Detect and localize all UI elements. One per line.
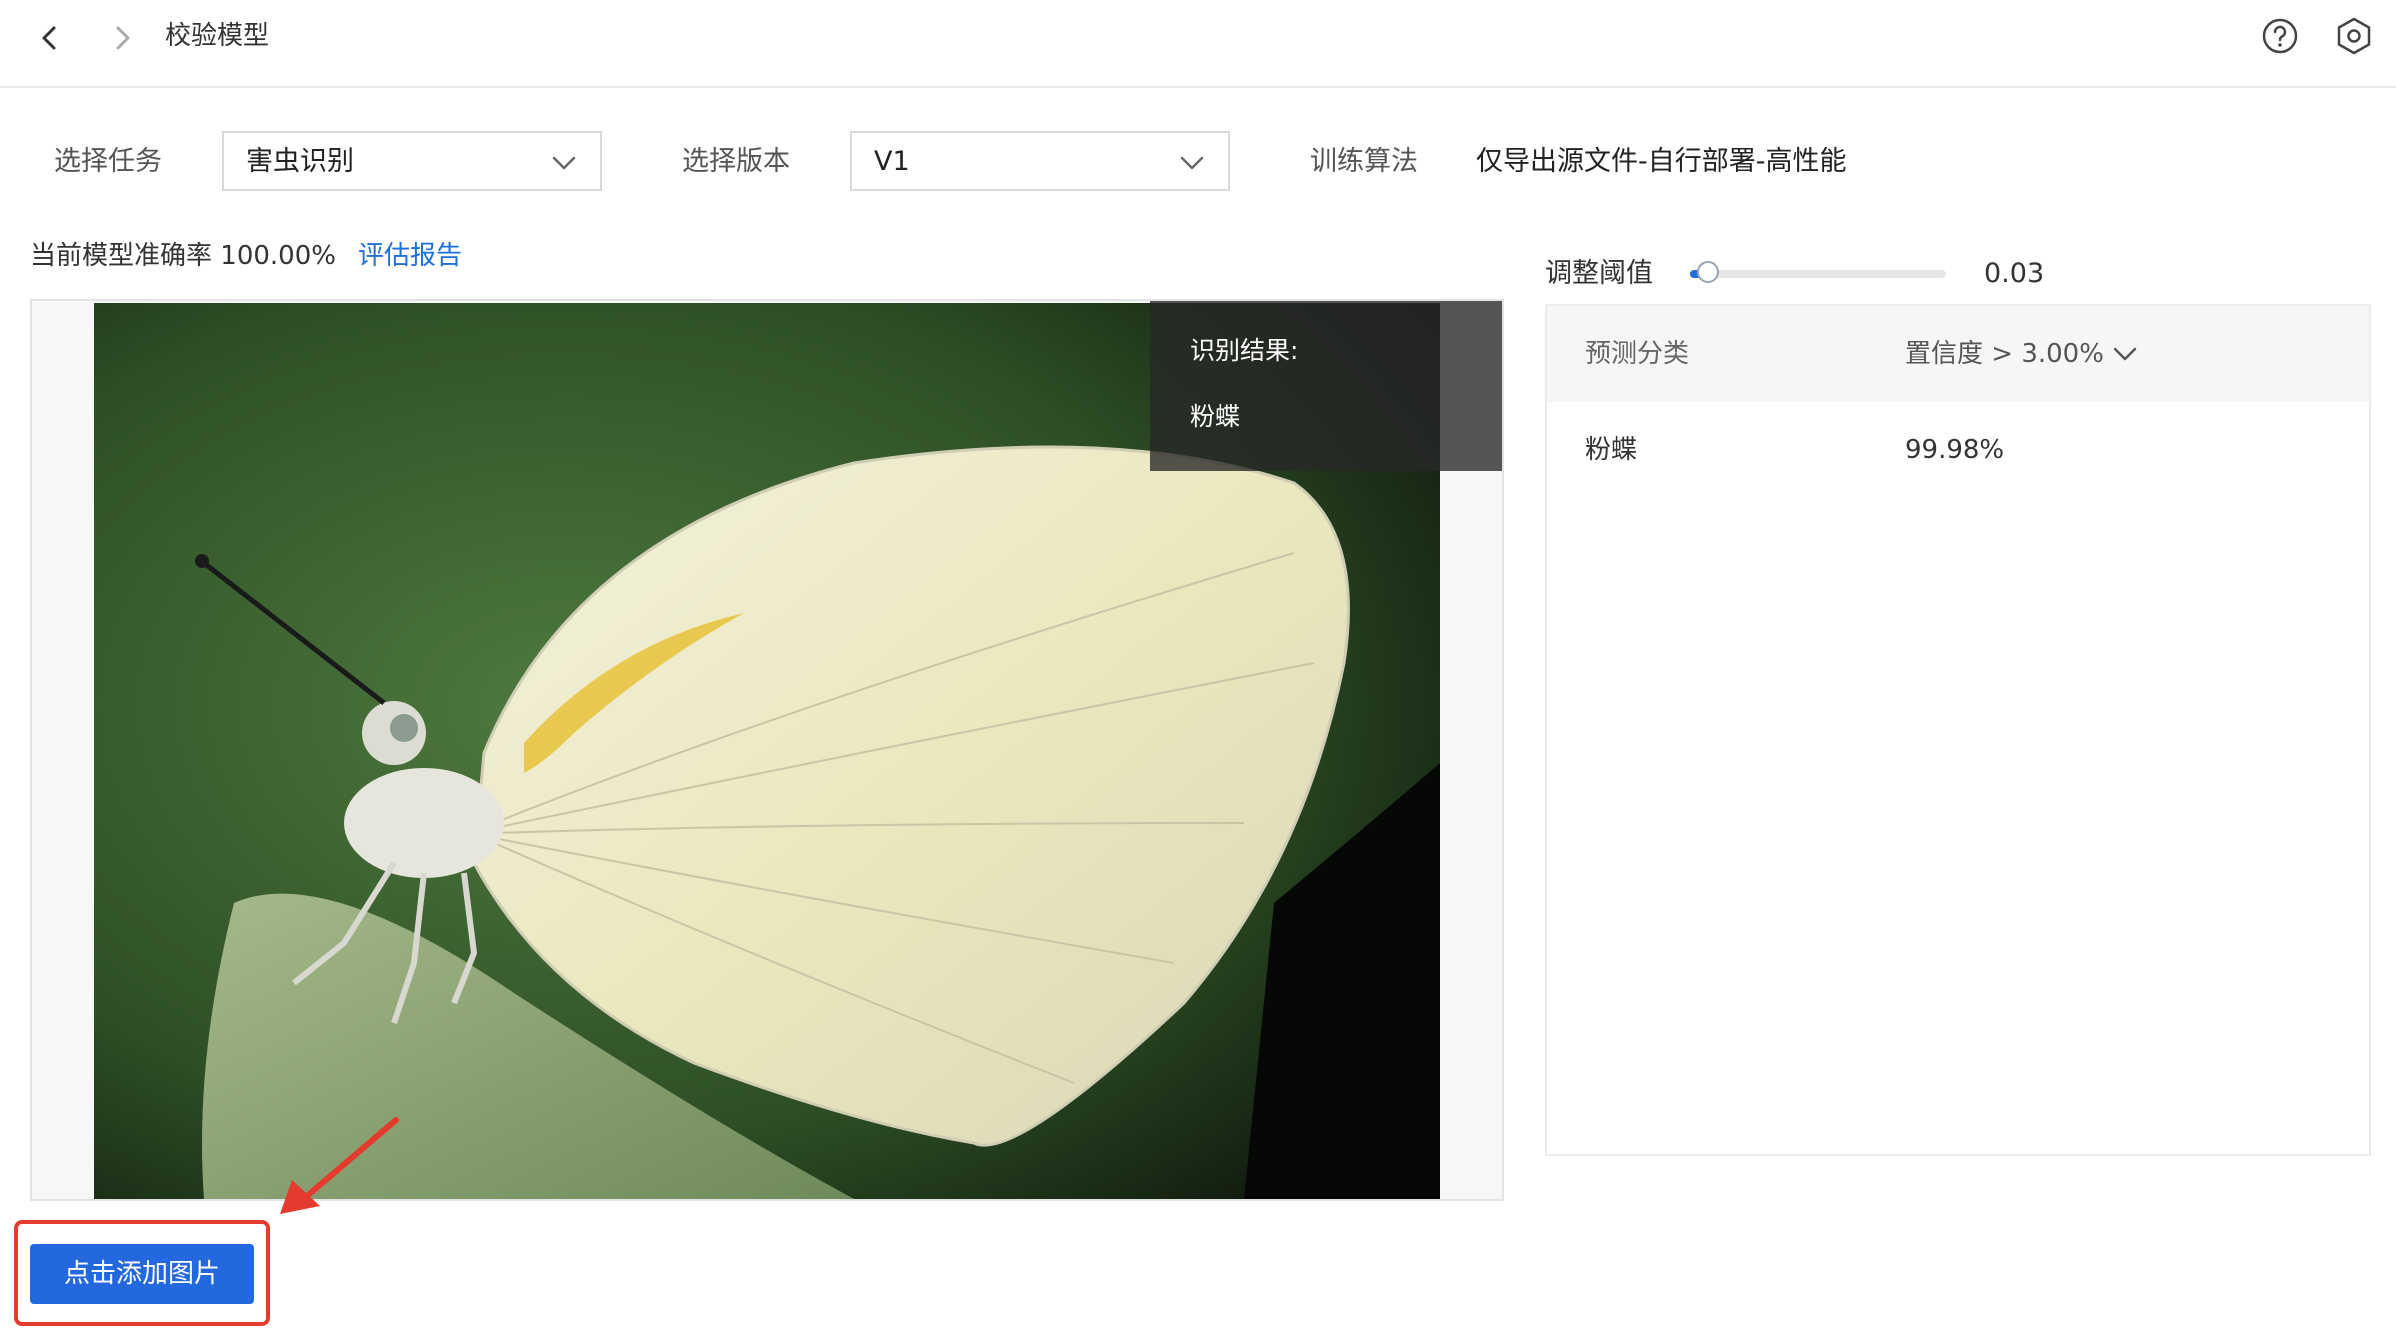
chevron-down-icon[interactable]	[2111, 340, 2139, 368]
gear-hexagon-icon[interactable]	[2332, 14, 2376, 58]
column-header-class: 预测分类	[1585, 339, 1690, 369]
evaluation-report-link[interactable]: 评估报告	[358, 236, 462, 276]
recognition-result-overlay: 识别结果: 粉蝶	[1150, 301, 1502, 471]
task-select[interactable]: 害虫识别	[222, 131, 602, 191]
top-header	[0, 0, 2396, 88]
algorithm-value: 仅导出源文件-自行部署-高性能	[1476, 146, 1847, 177]
algorithm-label: 训练算法	[1310, 146, 1418, 177]
accuracy-label: 当前模型准确率	[30, 241, 213, 271]
chevron-down-icon	[1180, 156, 1204, 170]
question-circle-icon[interactable]	[2258, 14, 2302, 58]
page-title: 校验模型	[165, 21, 270, 51]
chevron-down-icon	[552, 156, 576, 170]
version-select[interactable]: V1	[850, 131, 1230, 191]
prediction-results-table: 预测分类 置信度 > 3.00% 粉蝶 99.98%	[1545, 304, 2371, 1156]
result-value: 粉蝶	[1190, 402, 1241, 431]
chevron-right-icon[interactable]	[102, 18, 142, 58]
image-preview-panel: 识别结果: 粉蝶	[30, 299, 1504, 1201]
annotation-arrow-icon	[280, 1117, 399, 1214]
result-title: 识别结果:	[1190, 336, 1299, 365]
threshold-slider-track[interactable]	[1690, 270, 1946, 278]
threshold-slider-thumb[interactable]	[1697, 261, 1720, 283]
accuracy-value: 100.00%	[220, 241, 336, 271]
row-confidence: 99.98%	[1905, 435, 2005, 465]
model-accuracy: 当前模型准确率 100.00%	[30, 236, 336, 276]
threshold-value: 0.03	[1984, 258, 2045, 289]
task-select-value: 害虫识别	[246, 146, 354, 177]
threshold-label: 调整阈值	[1545, 258, 1653, 289]
confidence-filter-dropdown[interactable]: 置信度 > 3.00%	[1905, 334, 2104, 374]
table-header: 预测分类 置信度 > 3.00%	[1547, 306, 2369, 402]
row-class: 粉蝶	[1585, 435, 1638, 465]
task-label: 选择任务	[54, 146, 162, 177]
chevron-left-icon[interactable]	[30, 18, 70, 58]
add-image-button[interactable]: 点击添加图片	[30, 1244, 254, 1304]
version-label: 选择版本	[682, 146, 790, 177]
version-select-value: V1	[874, 146, 910, 177]
